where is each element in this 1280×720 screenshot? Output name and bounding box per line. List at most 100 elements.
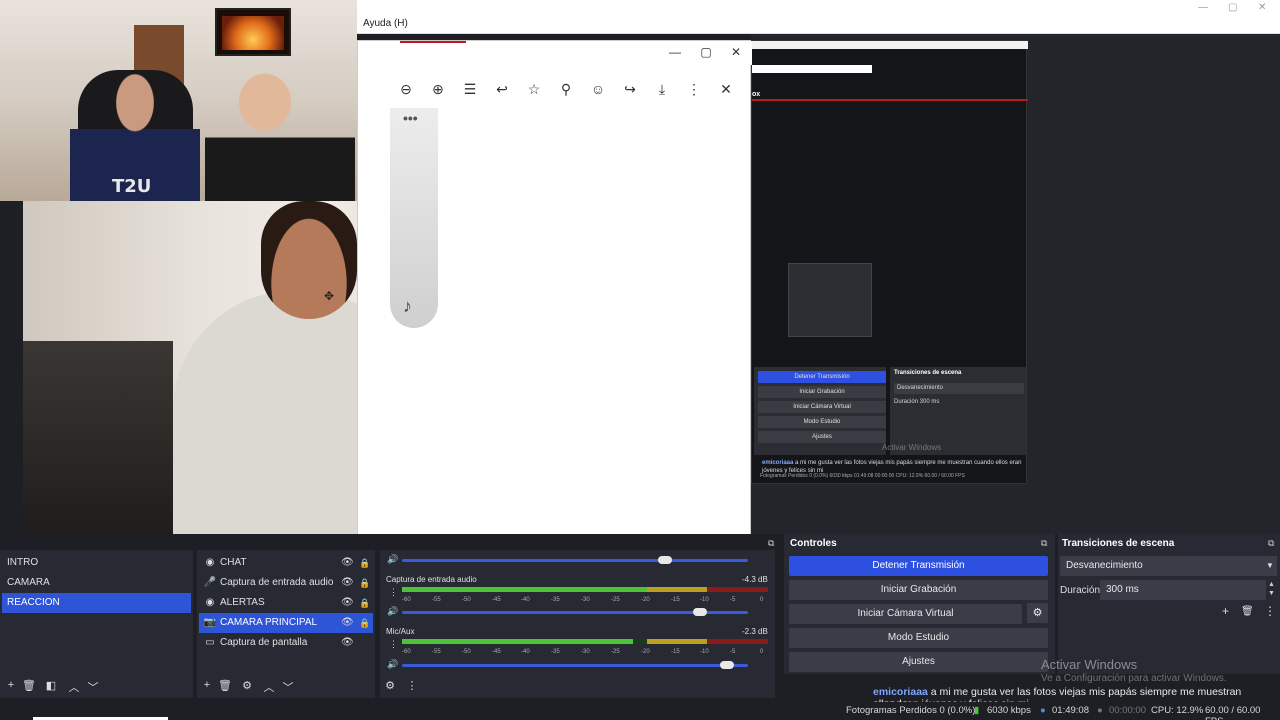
- star-icon[interactable]: ☆: [524, 79, 544, 99]
- scene-filter-button[interactable]: ◧: [43, 679, 59, 692]
- channel-menu-icon[interactable]: ⋮: [389, 587, 398, 598]
- add-scene-button[interactable]: +: [3, 679, 19, 691]
- gear-icon[interactable]: ⚙: [1027, 603, 1048, 623]
- mixer-settings-button[interactable]: ⚙: [382, 679, 398, 692]
- nested-chat-text: a mi me gusta ver las fotos viejas mis p…: [762, 460, 1022, 474]
- scene-down-button[interactable]: ﹀: [85, 679, 101, 695]
- viewer-toolbar: ⊖ ⊕ ☰ ↩ ☆ ⚲ ☺ ↪ ⤓ ⋮ ✕: [358, 75, 752, 103]
- remove-source-button[interactable]: 🗑: [217, 679, 233, 692]
- mixer-channel-db: -4.3 dB: [742, 575, 768, 584]
- source-properties-button[interactable]: ⚙: [239, 679, 255, 692]
- source-item[interactable]: ◉ CHAT 👁 🔒: [199, 553, 373, 573]
- nested-titlebar: [752, 41, 1028, 49]
- source-down-button[interactable]: ﹀: [280, 679, 296, 695]
- source-label: CHAT: [220, 557, 247, 568]
- volume-slider[interactable]: [402, 661, 748, 669]
- volume-icon[interactable]: 🔊: [387, 606, 398, 617]
- viewer-maximize-button[interactable]: ▢: [697, 45, 715, 59]
- nested-record-button: Iniciar Grabación: [758, 386, 886, 398]
- dock-float-icon[interactable]: ⧉: [768, 538, 774, 549]
- nested-inner-window: [752, 65, 872, 73]
- nested-panel: [788, 263, 872, 337]
- eye-icon[interactable]: 👁: [341, 613, 354, 633]
- add-source-button[interactable]: +: [199, 679, 215, 691]
- source-item[interactable]: 📷 CAMARA PRINCIPAL 👁 🔒: [199, 613, 373, 633]
- sources-panel: ◉ CHAT 👁 🔒 🎤 Captura de entrada audio 👁 …: [197, 550, 375, 698]
- details-icon[interactable]: ☰: [460, 79, 480, 99]
- download-icon[interactable]: ⤓: [652, 79, 672, 99]
- lock-icon[interactable]: 🔒: [359, 613, 370, 633]
- close-button[interactable]: ✕: [1258, 2, 1266, 13]
- slider-knob[interactable]: [693, 608, 707, 616]
- scale-tick: -10: [700, 597, 709, 603]
- nested-obs-capture: ox Detener Transmisión Iniciar Grabación…: [751, 40, 1028, 484]
- chevron-down-icon: ▼: [1266, 561, 1274, 570]
- settings-button[interactable]: Ajustes: [789, 652, 1048, 672]
- remove-transition-button[interactable]: 🗑: [1241, 606, 1254, 617]
- music-widget: [390, 108, 438, 328]
- controls-title: Controles: [790, 538, 837, 549]
- source-item[interactable]: 🎤 Captura de entrada audio 👁 🔒: [199, 573, 373, 593]
- scene-item-intro[interactable]: INTRO: [2, 553, 191, 573]
- emoji-icon[interactable]: ☺: [588, 79, 608, 99]
- eye-icon[interactable]: 👁: [341, 593, 354, 613]
- virtual-camera-button[interactable]: Iniciar Cámara Virtual: [789, 604, 1022, 624]
- studio-mode-button[interactable]: Modo Estudio: [789, 628, 1048, 648]
- nested-chat-user: emicoriaaa: [762, 460, 794, 466]
- activate-windows-title: Activar Windows: [1041, 657, 1138, 672]
- nested-transitions: Transiciones de escena Desvanecimiento D…: [890, 367, 1026, 455]
- viewer-close-button[interactable]: ✕: [727, 45, 745, 59]
- duration-spinner[interactable]: ▲ ▼: [1268, 580, 1275, 598]
- slider-knob[interactable]: [720, 661, 734, 669]
- mixer-menu-button[interactable]: ⋮: [404, 679, 420, 692]
- reply-icon[interactable]: ↩: [492, 79, 512, 99]
- eye-icon[interactable]: 👁: [341, 573, 354, 593]
- channel-menu-icon[interactable]: ⋮: [389, 639, 398, 650]
- scale-tick: -40: [521, 597, 530, 603]
- maximize-button[interactable]: ▢: [1228, 2, 1237, 13]
- scale-tick: -55: [432, 597, 441, 603]
- scale-tick: -50: [462, 597, 471, 603]
- more-icon[interactable]: ⋮: [684, 79, 704, 99]
- scene-item-reaccion[interactable]: REACCION: [2, 593, 191, 613]
- volume-slider-top[interactable]: [402, 556, 748, 564]
- viewer-minimize-button[interactable]: —: [666, 45, 684, 59]
- scene-item-camara[interactable]: CAMARA: [2, 573, 191, 593]
- scene-up-button[interactable]: ︿: [66, 679, 82, 695]
- volume-icon[interactable]: 🔊: [387, 554, 398, 565]
- lock-icon[interactable]: 🔒: [359, 593, 370, 613]
- lock-icon[interactable]: 🔒: [359, 573, 370, 593]
- close-icon[interactable]: ✕: [716, 79, 736, 99]
- nested-label: ox: [752, 91, 761, 98]
- slider-knob[interactable]: [658, 556, 672, 564]
- volume-slider[interactable]: [402, 608, 748, 616]
- eye-icon[interactable]: 👁: [341, 633, 354, 653]
- remove-scene-button[interactable]: 🗑: [21, 679, 37, 692]
- move-cursor-icon: ✥: [324, 289, 335, 303]
- source-item[interactable]: ◉ ALERTAS 👁 🔒: [199, 593, 373, 613]
- forward-icon[interactable]: ↪: [620, 79, 640, 99]
- music-note-icon[interactable]: ♪: [403, 296, 412, 317]
- source-item[interactable]: ▭ Captura de pantalla 👁: [199, 633, 373, 653]
- scale-tick: -35: [551, 649, 560, 655]
- lock-icon[interactable]: 🔒: [359, 553, 370, 573]
- dock-float-icon[interactable]: ⧉: [1041, 538, 1047, 549]
- start-recording-button[interactable]: Iniciar Grabación: [789, 580, 1048, 600]
- add-transition-button[interactable]: +: [1222, 604, 1229, 618]
- scale-tick: -25: [611, 597, 620, 603]
- menu-ayuda[interactable]: Ayuda (H): [363, 18, 408, 29]
- zoom-in-icon[interactable]: ⊕: [428, 79, 448, 99]
- transition-select[interactable]: Desvanecimiento ▼: [1060, 556, 1277, 576]
- volume-icon[interactable]: 🔊: [387, 659, 398, 670]
- meter-yellow-zone: [647, 639, 707, 644]
- minimize-button[interactable]: —: [1198, 2, 1208, 13]
- eye-icon[interactable]: 👁: [341, 553, 354, 573]
- transition-menu-button[interactable]: ⋮: [1264, 604, 1276, 618]
- music-menu-icon[interactable]: •••: [403, 110, 418, 126]
- source-up-button[interactable]: ︿: [261, 679, 277, 695]
- stop-stream-button[interactable]: Detener Transmisión: [789, 556, 1048, 576]
- duration-input[interactable]: 300 ms: [1100, 580, 1266, 600]
- pin-icon[interactable]: ⚲: [556, 79, 576, 99]
- dock-float-icon[interactable]: ⧉: [1268, 538, 1274, 549]
- zoom-out-icon[interactable]: ⊖: [396, 79, 416, 99]
